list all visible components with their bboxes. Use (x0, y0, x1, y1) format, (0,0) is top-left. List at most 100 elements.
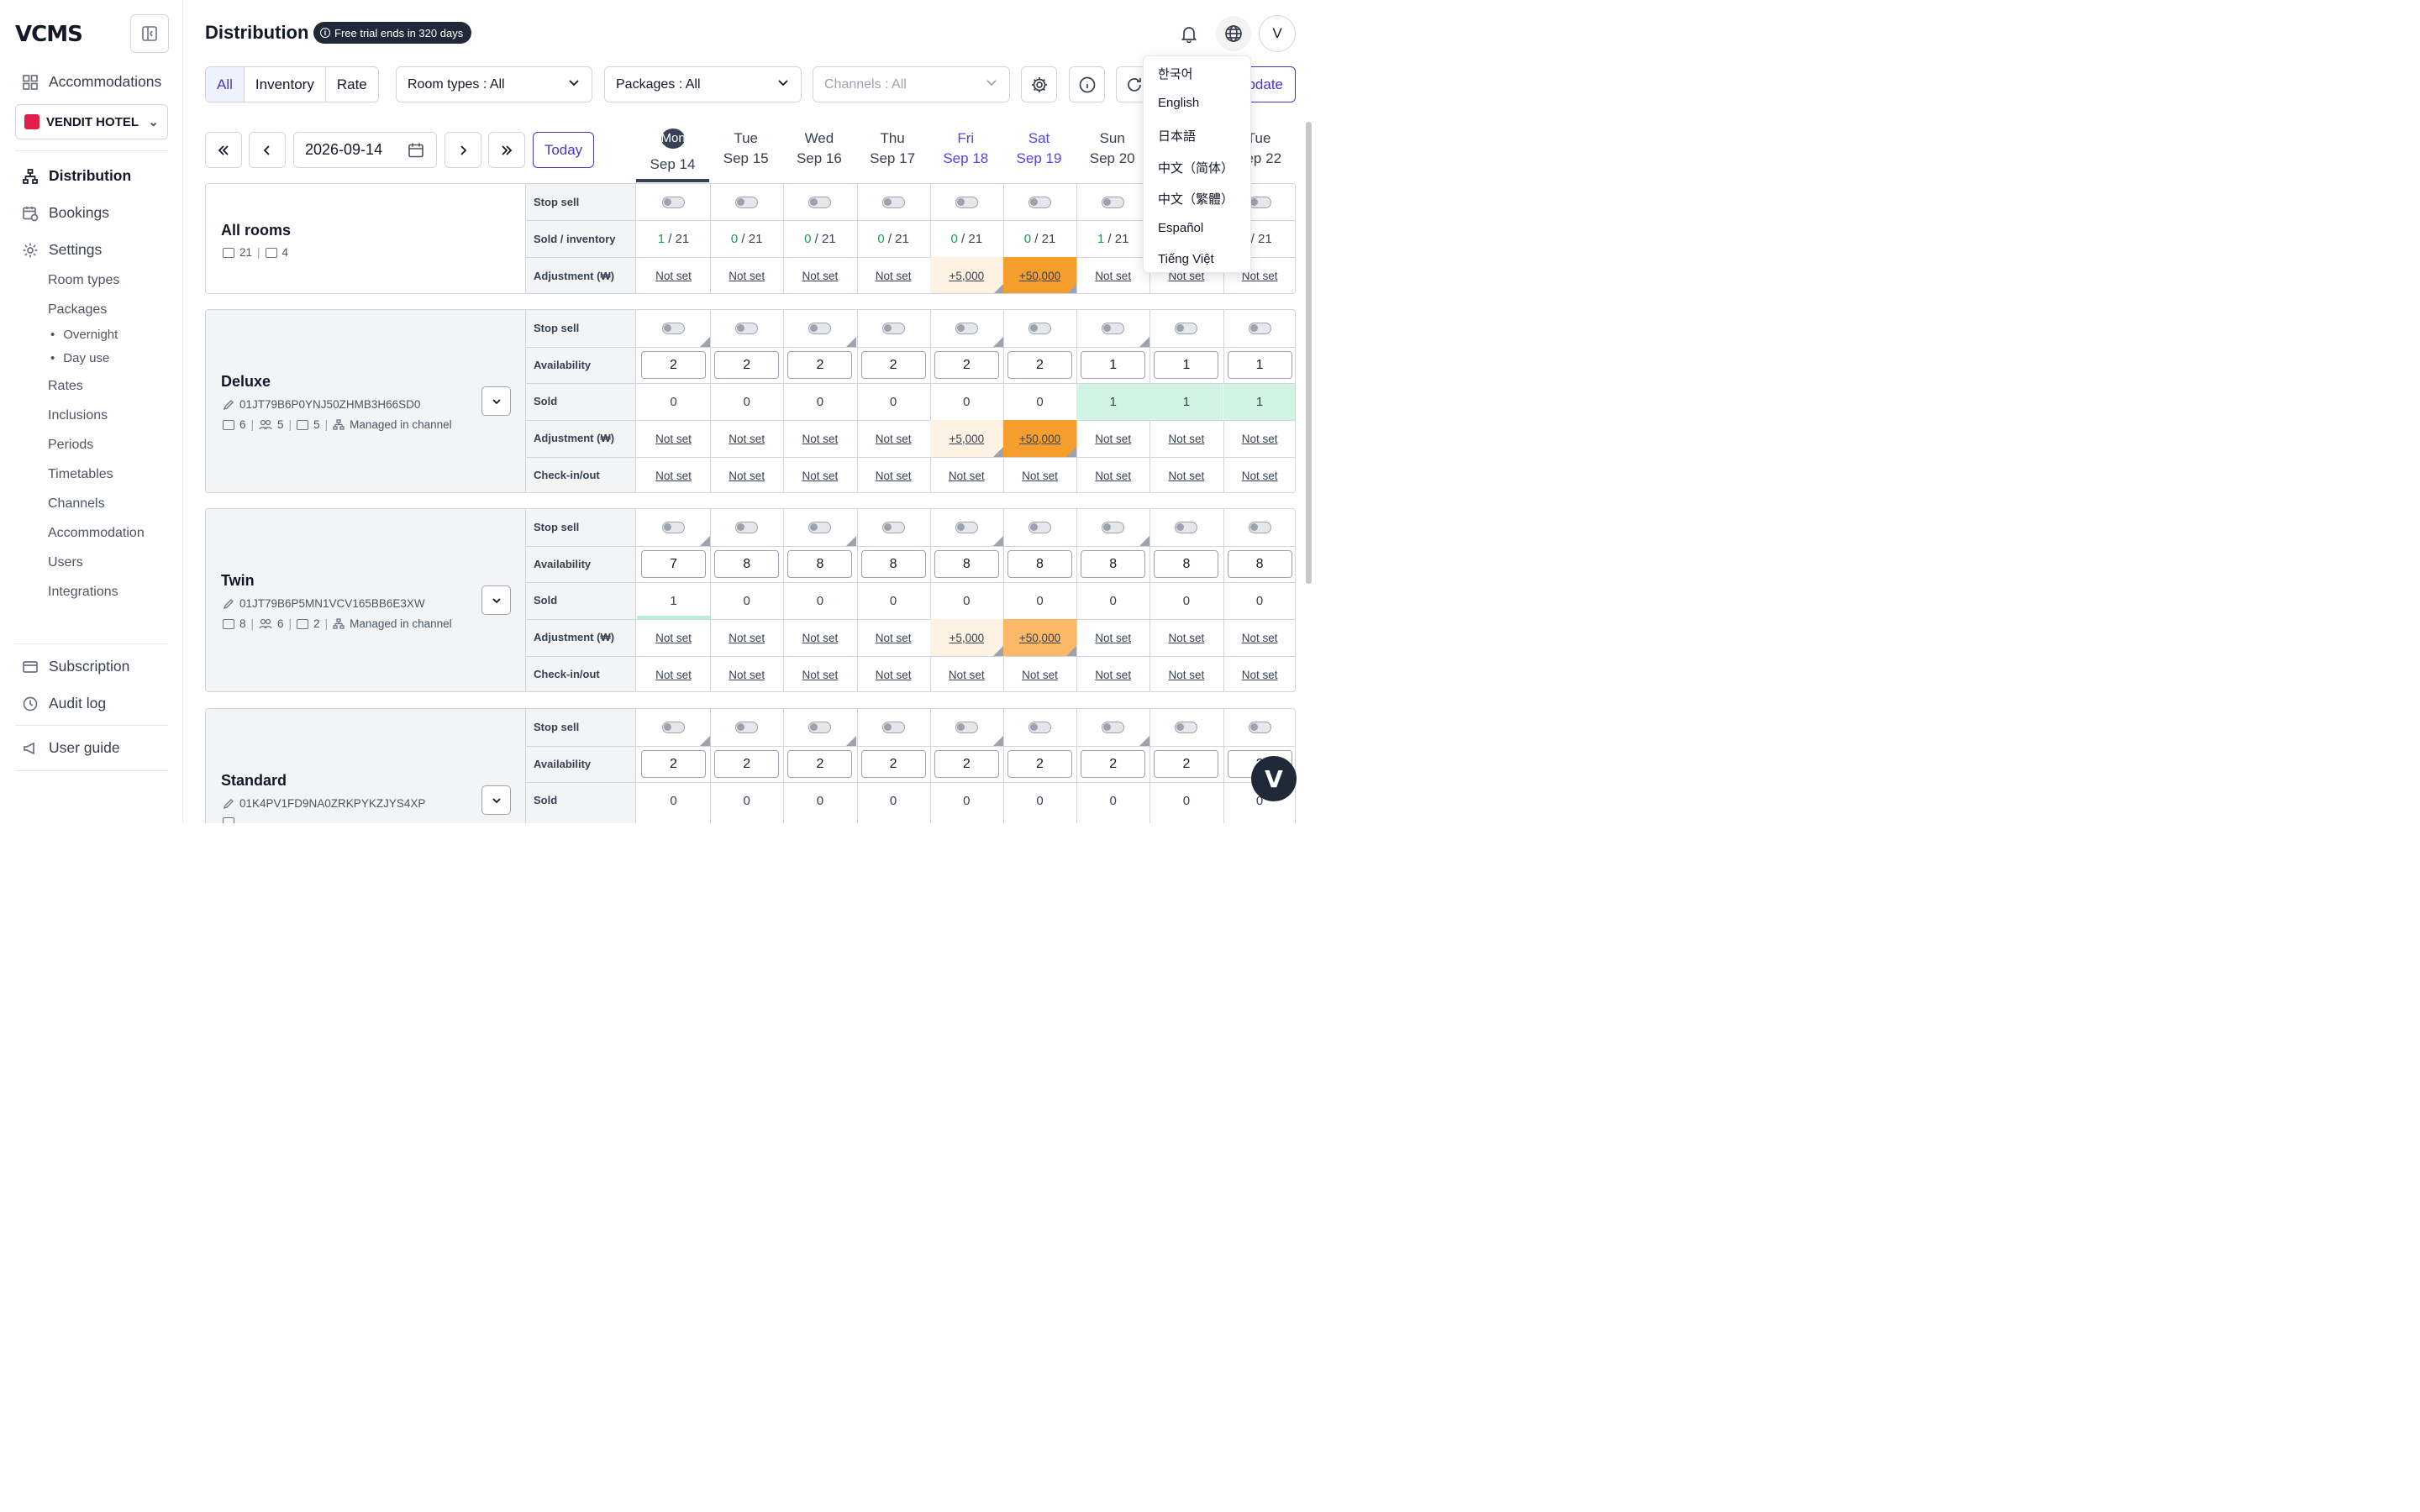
sidebar-item-packages[interactable]: Packages (48, 302, 107, 318)
adjustment-link[interactable]: +50,000 (1019, 270, 1060, 282)
stop-sell-toggle[interactable] (881, 522, 905, 533)
adjustment-link[interactable]: Not set (729, 270, 765, 282)
stop-sell-toggle[interactable] (955, 522, 978, 533)
stop-sell-toggle[interactable] (735, 722, 759, 733)
adjustment-link[interactable]: Not set (729, 632, 765, 644)
availability-input[interactable]: 8 (714, 550, 780, 578)
pencil-icon[interactable] (223, 798, 234, 810)
availability-input[interactable]: 8 (1081, 550, 1146, 578)
info-button[interactable] (1069, 66, 1105, 102)
stop-sell-toggle[interactable] (1175, 323, 1198, 334)
adjustment-link[interactable]: +5,000 (949, 270, 984, 282)
sidebar-item-settings[interactable]: Settings (22, 241, 102, 259)
checkinout-link[interactable]: Not set (655, 470, 692, 482)
availability-input[interactable]: 2 (934, 351, 999, 379)
stop-sell-toggle[interactable] (1248, 522, 1271, 533)
next-week-button[interactable] (488, 132, 525, 168)
stop-sell-toggle[interactable] (808, 196, 832, 208)
stop-sell-toggle[interactable] (1028, 722, 1051, 733)
adjustment-link[interactable]: Not set (655, 632, 692, 644)
sidebar-collapse-button[interactable] (130, 14, 169, 53)
availability-input[interactable]: 2 (934, 750, 999, 778)
prev-week-button[interactable] (205, 132, 242, 168)
notifications-button[interactable] (1171, 16, 1207, 51)
stop-sell-toggle[interactable] (1028, 522, 1051, 533)
checkinout-link[interactable]: Not set (729, 470, 765, 482)
expand-room-button[interactable] (481, 585, 511, 615)
availability-input[interactable]: 2 (1007, 750, 1072, 778)
adjustment-link[interactable]: Not set (655, 270, 692, 282)
adjustment-link[interactable]: Not set (1242, 433, 1278, 445)
sidebar-item-users[interactable]: Users (48, 555, 83, 570)
availability-input[interactable]: 2 (1154, 750, 1219, 778)
stop-sell-toggle[interactable] (1102, 196, 1125, 208)
adjustment-link[interactable]: Not set (876, 270, 912, 282)
adjustment-link[interactable]: Not set (802, 270, 839, 282)
availability-input[interactable]: 2 (714, 351, 780, 379)
adjustment-link[interactable]: Not set (802, 433, 839, 445)
stop-sell-toggle[interactable] (1175, 522, 1198, 533)
language-option[interactable]: 中文（繁體） (1158, 190, 1234, 207)
checkinout-link[interactable]: Not set (1169, 669, 1205, 681)
app-logo[interactable]: VCMS (15, 22, 83, 47)
packages-dropdown[interactable]: Packages : All (604, 66, 802, 102)
language-button[interactable] (1216, 16, 1251, 51)
language-option[interactable]: 한국어 (1158, 65, 1192, 82)
stop-sell-toggle[interactable] (662, 323, 685, 334)
adjustment-link[interactable]: Not set (876, 632, 912, 644)
language-option[interactable]: Tiếng Việt (1158, 252, 1214, 266)
stop-sell-toggle[interactable] (662, 522, 685, 533)
checkinout-link[interactable]: Not set (1242, 669, 1278, 681)
scrollbar[interactable] (1306, 122, 1312, 584)
adjustment-link[interactable]: Not set (655, 433, 692, 445)
stop-sell-toggle[interactable] (1028, 196, 1051, 208)
expand-room-button[interactable] (481, 785, 511, 815)
segment-all[interactable]: All (206, 67, 245, 102)
availability-input[interactable]: 1 (1154, 351, 1219, 379)
stop-sell-toggle[interactable] (1248, 323, 1271, 334)
checkinout-link[interactable]: Not set (1022, 470, 1058, 482)
checkinout-link[interactable]: Not set (949, 470, 985, 482)
adjustment-link[interactable]: Not set (1095, 270, 1131, 282)
stop-sell-toggle[interactable] (1248, 196, 1271, 208)
checkinout-link[interactable]: Not set (1169, 470, 1205, 482)
sidebar-item-subscription[interactable]: Subscription (22, 658, 129, 675)
sidebar-item-periods[interactable]: Periods (48, 438, 93, 453)
stop-sell-toggle[interactable] (1248, 722, 1271, 733)
stop-sell-toggle[interactable] (1102, 722, 1125, 733)
availability-input[interactable]: 2 (860, 351, 926, 379)
date-picker[interactable]: 2026-09-14 (293, 132, 437, 168)
sidebar-item-inclusions[interactable]: Inclusions (48, 408, 108, 423)
pencil-icon[interactable] (223, 598, 234, 610)
stop-sell-toggle[interactable] (955, 196, 978, 208)
sidebar-item-overnight[interactable]: Overnight (50, 328, 118, 342)
checkinout-link[interactable]: Not set (876, 669, 912, 681)
segment-rate[interactable]: Rate (326, 67, 378, 102)
stop-sell-toggle[interactable] (662, 722, 685, 733)
availability-input[interactable]: 2 (641, 351, 706, 379)
adjustment-link[interactable]: +50,000 (1019, 433, 1060, 445)
stop-sell-toggle[interactable] (735, 323, 759, 334)
availability-input[interactable]: 8 (934, 550, 999, 578)
sidebar-item-day-use[interactable]: Day use (50, 351, 109, 365)
availability-input[interactable]: 8 (1007, 550, 1072, 578)
sidebar-item-rates[interactable]: Rates (48, 379, 83, 394)
checkinout-link[interactable]: Not set (876, 470, 912, 482)
adjustment-link[interactable]: +5,000 (949, 433, 984, 445)
adjustment-link[interactable]: Not set (1242, 632, 1278, 644)
language-option[interactable]: 日本語 (1158, 127, 1196, 144)
sidebar-item-timetables[interactable]: Timetables (48, 467, 113, 482)
stop-sell-toggle[interactable] (955, 323, 978, 334)
checkinout-link[interactable]: Not set (802, 470, 839, 482)
availability-input[interactable]: 8 (787, 550, 853, 578)
chat-button[interactable]: V (1251, 756, 1297, 801)
hotel-selector[interactable]: VENDIT HOTEL ⌄ (15, 104, 168, 139)
settings-button[interactable] (1021, 66, 1057, 102)
language-option[interactable]: 中文（简体） (1158, 159, 1234, 176)
expand-room-button[interactable] (481, 386, 511, 416)
sidebar-item-room-types[interactable]: Room types (48, 273, 119, 288)
language-option[interactable]: English (1158, 96, 1199, 110)
checkinout-link[interactable]: Not set (802, 669, 839, 681)
stop-sell-toggle[interactable] (1102, 522, 1125, 533)
stop-sell-toggle[interactable] (955, 722, 978, 733)
